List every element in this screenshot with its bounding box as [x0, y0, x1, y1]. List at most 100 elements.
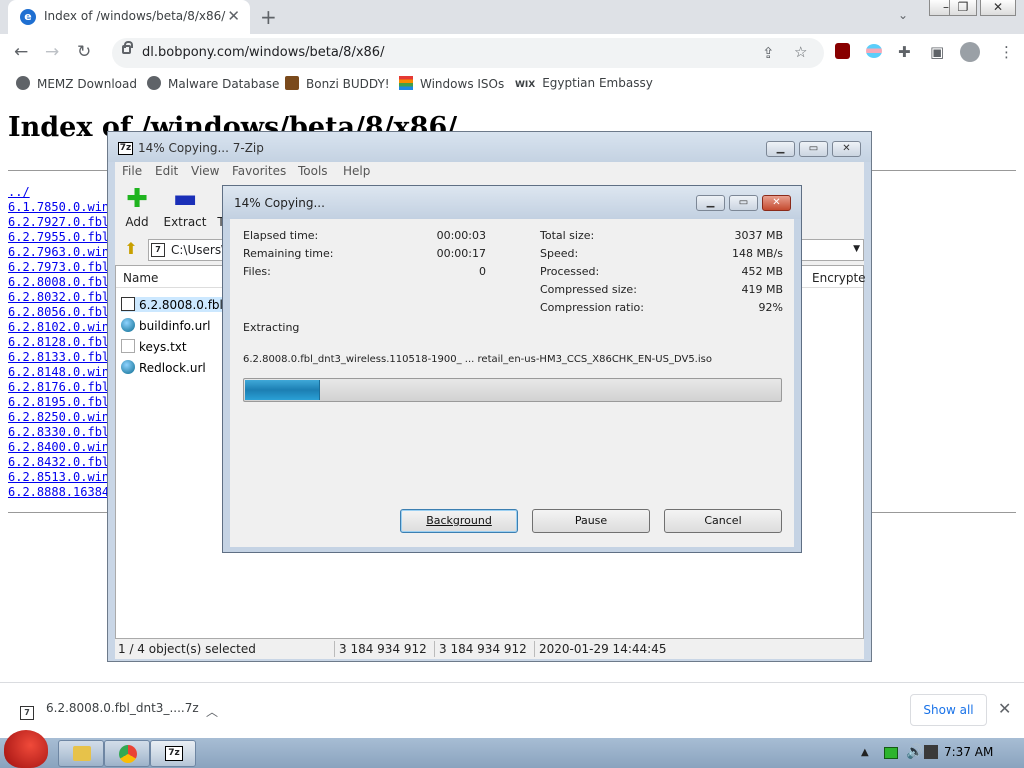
- directory-link[interactable]: 6.2.7963.0.winmain: [8, 245, 108, 260]
- restore-window-button[interactable]: ❐: [949, 0, 977, 16]
- taskbar-7zip[interactable]: 7z: [150, 740, 196, 767]
- close-downloads-icon[interactable]: ✕: [998, 699, 1011, 718]
- bookmark-memz[interactable]: MEMZ Download: [16, 76, 137, 91]
- bookmark-bonzi-buddy[interactable]: Bonzi BUDDY!: [285, 76, 390, 91]
- show-all-button[interactable]: Show all: [910, 694, 987, 726]
- menu-help[interactable]: Help: [343, 164, 370, 178]
- menu-favorites[interactable]: Favorites: [232, 164, 286, 178]
- directory-link[interactable]: 6.2.7973.0.fbl_core: [8, 260, 108, 275]
- directory-link[interactable]: 6.1.7850.0.winmain: [8, 200, 108, 215]
- add-button[interactable]: ✚ Add: [117, 186, 157, 229]
- files-value: 0: [479, 265, 486, 278]
- tab-close-icon[interactable]: ✕: [227, 7, 240, 25]
- bookmark-egyptian-embassy[interactable]: WIX Egyptian Embassy: [515, 76, 653, 90]
- directory-link[interactable]: 6.2.8032.0.fbl_core: [8, 290, 108, 305]
- globe-url-icon: [121, 318, 135, 332]
- forward-icon[interactable]: →: [45, 42, 59, 62]
- chevron-up-icon[interactable]: ︿: [206, 703, 218, 720]
- current-file-name: 6.2.8008.0.fbl_dnt3_wireless.110518-1900…: [243, 354, 712, 365]
- 7zip-maximize-button[interactable]: ▭: [799, 141, 828, 157]
- share-icon[interactable]: ⇪: [762, 44, 775, 62]
- taskbar-clock[interactable]: 7:37 AM: [944, 745, 993, 759]
- rainbow-icon: [399, 76, 413, 90]
- menu-tools[interactable]: Tools: [298, 164, 328, 178]
- angry-bird-start-icon[interactable]: [4, 730, 48, 768]
- directory-link[interactable]: 6.2.8513.0.winmain: [8, 470, 108, 485]
- battery-icon[interactable]: [884, 747, 898, 759]
- extensions-puzzle-icon[interactable]: ✚: [898, 43, 911, 61]
- directory-link[interactable]: 6.2.8176.0.fbl_core: [8, 380, 108, 395]
- compressed-size-value: 419 MB: [741, 283, 783, 296]
- column-name[interactable]: Name: [123, 271, 158, 285]
- directory-link[interactable]: 6.2.8250.0.winmain: [8, 410, 108, 425]
- directory-link[interactable]: 6.2.8148.0.winmain: [8, 365, 108, 380]
- dialog-title-bar[interactable]: 14% Copying... ▁ ▭ ✕: [223, 186, 801, 219]
- menu-view[interactable]: View: [191, 164, 219, 178]
- directory-link[interactable]: 6.2.8330.0.fbl_core: [8, 425, 108, 440]
- files-label: Files:: [243, 265, 271, 278]
- reload-icon[interactable]: ↻: [77, 42, 91, 62]
- tab-title: Index of /windows/beta/8/x86/: [44, 9, 226, 23]
- tab-search-chevron-icon[interactable]: ⌄: [898, 8, 908, 22]
- bookmark-windows-isos[interactable]: Windows ISOs: [399, 76, 504, 91]
- 7zip-close-button[interactable]: ✕: [832, 141, 861, 157]
- taskbar-chrome[interactable]: [104, 740, 150, 767]
- bookmark-star-icon[interactable]: ☆: [794, 43, 807, 61]
- 7zip-menu-bar: File Edit View Favorites Tools Help: [115, 162, 864, 182]
- dialog-minimize-button[interactable]: ▁: [696, 195, 725, 211]
- directory-link[interactable]: 6.2.8102.0.winmain: [8, 320, 108, 335]
- cancel-button[interactable]: Cancel: [664, 509, 782, 533]
- directory-link[interactable]: 6.2.8432.0.fbl_core: [8, 455, 108, 470]
- dialog-title: 14% Copying...: [234, 196, 325, 210]
- directory-link[interactable]: 6.2.8133.0.fbl_core: [8, 350, 108, 365]
- speaker-icon[interactable]: 🔊: [906, 744, 923, 760]
- new-tab-icon[interactable]: +: [260, 5, 277, 29]
- profile-avatar[interactable]: [960, 42, 980, 62]
- 7zip-title-bar[interactable]: 7z 14% Copying... 7-Zip ▁ ▭ ✕: [108, 132, 871, 162]
- bookmark-malware-database[interactable]: Malware Database: [147, 76, 279, 91]
- close-window-button[interactable]: ✕: [980, 0, 1016, 16]
- plus-icon: ✚: [126, 184, 148, 214]
- extract-button[interactable]: ▬ Extract: [163, 186, 207, 229]
- file-row-iso[interactable]: 6.2.8008.0.fbl_d: [121, 297, 237, 312]
- status-packed: 3 184 934 912: [439, 642, 527, 656]
- back-icon[interactable]: ←: [14, 42, 28, 62]
- directory-link[interactable]: 6.2.8008.0.fbl_dnt3: [8, 275, 108, 290]
- address-bar[interactable]: dl.bobpony.com/windows/beta/8/x86/ ⇪ ☆: [112, 38, 824, 68]
- network-icon[interactable]: [924, 745, 938, 759]
- elapsed-label: Elapsed time:: [243, 229, 319, 242]
- menu-kebab-icon[interactable]: ⋮: [999, 43, 1014, 61]
- dialog-close-button[interactable]: ✕: [762, 195, 791, 211]
- dropdown-arrow-icon[interactable]: ▼: [853, 244, 860, 254]
- pause-button[interactable]: Pause: [532, 509, 650, 533]
- link-parent[interactable]: ../: [8, 185, 108, 200]
- directory-link[interactable]: 6.2.8888.16384: [8, 485, 108, 500]
- divider: [434, 641, 435, 657]
- download-item[interactable]: 7 6.2.8008.0.fbl_dnt3_....7z: [20, 701, 199, 720]
- directory-link[interactable]: 6.2.8195.0.fbl_core: [8, 395, 108, 410]
- directory-link[interactable]: 6.2.8128.0.fbl_core: [8, 335, 108, 350]
- browser-tab[interactable]: e Index of /windows/beta/8/x86/ ✕: [8, 0, 250, 34]
- file-row-buildinfo[interactable]: buildinfo.url: [121, 318, 211, 333]
- directory-listing: ../ 6.1.7850.0.winmain 6.2.7927.0.fbl_co…: [8, 185, 108, 500]
- file-row-keys[interactable]: keys.txt: [121, 339, 187, 354]
- directory-link[interactable]: 6.2.7927.0.fbl_core: [8, 215, 108, 230]
- copy-progress-dialog: 14% Copying... ▁ ▭ ✕ Elapsed time: 00:00…: [222, 185, 802, 553]
- dialog-maximize-button[interactable]: ▭: [729, 195, 758, 211]
- column-encrypted[interactable]: Encrypte: [812, 271, 866, 285]
- extension-flag-icon[interactable]: [866, 44, 882, 58]
- menu-file[interactable]: File: [122, 164, 142, 178]
- directory-link[interactable]: 6.2.7955.0.fbl_shell: [8, 230, 108, 245]
- 7zip-minimize-button[interactable]: ▁: [766, 141, 795, 157]
- directory-link[interactable]: 6.2.8056.0.fbl_core: [8, 305, 108, 320]
- ublock-icon[interactable]: [835, 43, 850, 59]
- tray-expand-icon[interactable]: ▲: [861, 747, 869, 758]
- directory-link[interactable]: 6.2.8400.0.winmain: [8, 440, 108, 455]
- menu-edit[interactable]: Edit: [155, 164, 178, 178]
- file-row-redlock[interactable]: Redlock.url: [121, 360, 206, 375]
- taskbar-explorer[interactable]: [58, 740, 104, 767]
- path-text: C:\Users\: [171, 243, 226, 257]
- background-button[interactable]: Background: [400, 509, 518, 533]
- side-panel-icon[interactable]: ▣: [930, 43, 944, 61]
- folder-up-icon[interactable]: ⬆: [119, 239, 143, 261]
